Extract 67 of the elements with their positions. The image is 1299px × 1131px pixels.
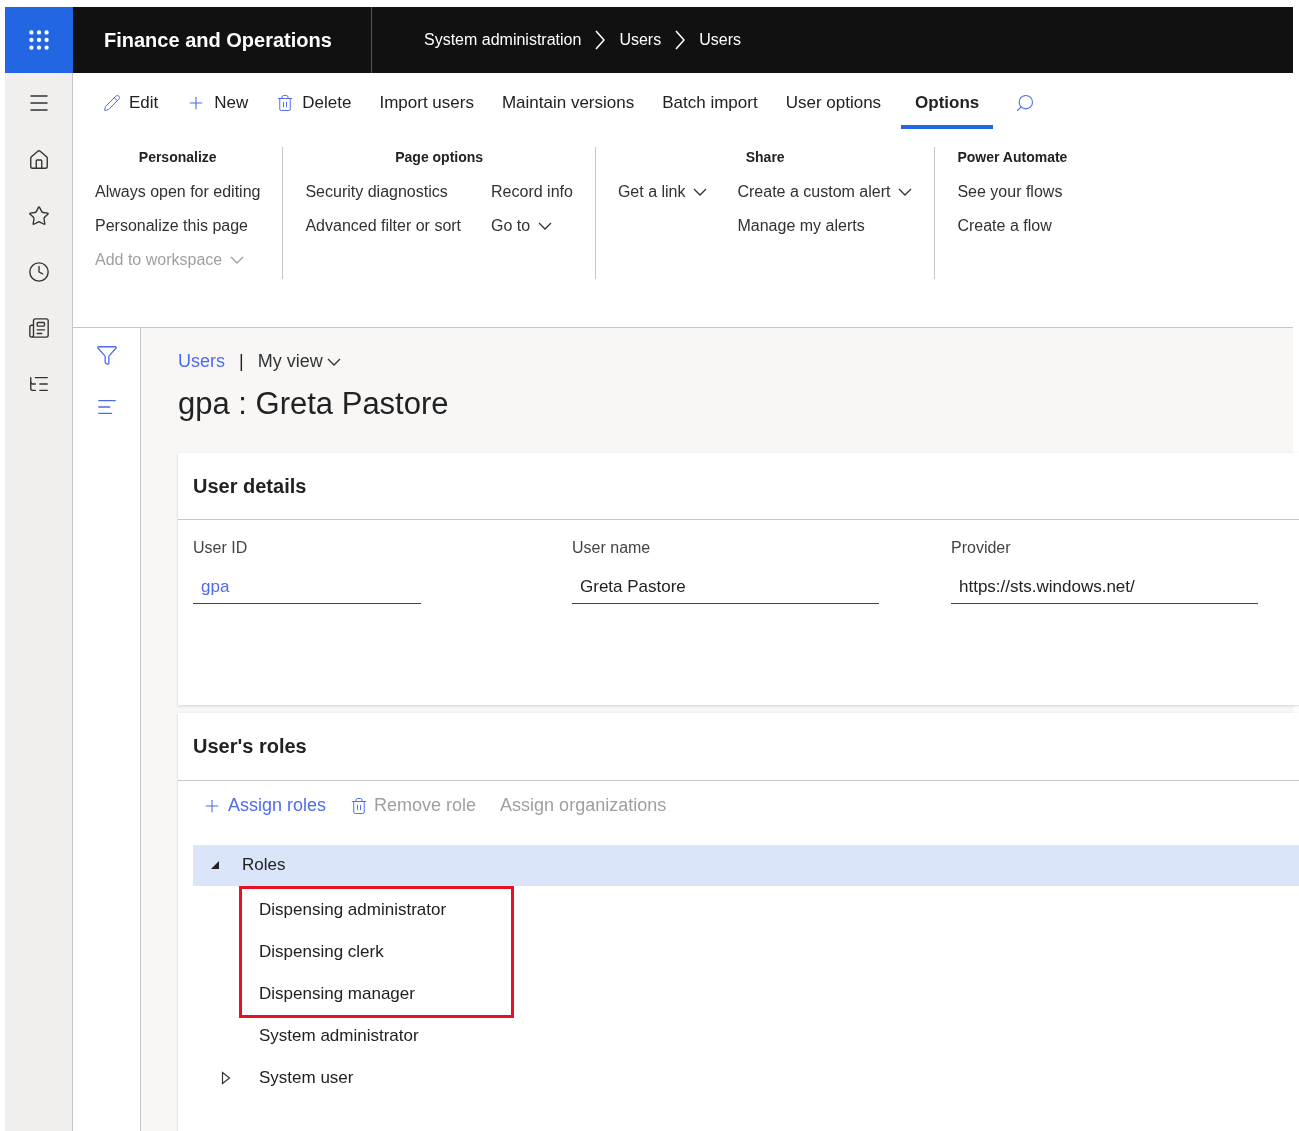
tree-item[interactable]: System user xyxy=(259,1064,354,1091)
section-title: User details xyxy=(193,473,307,499)
text-field[interactable]: gpa xyxy=(193,571,421,604)
action-button[interactable]: New xyxy=(172,77,263,129)
collapse-triangle-icon[interactable] xyxy=(210,860,220,870)
chevron-down-icon xyxy=(230,256,245,264)
users-link[interactable]: Users xyxy=(178,348,225,375)
tree-item[interactable]: Dispensing manager xyxy=(259,980,415,1007)
options-tab[interactable]: Options xyxy=(901,77,994,129)
ribbon-group-title: Personalize xyxy=(138,148,217,167)
page-title: gpa : Greta Pastore xyxy=(178,385,450,423)
field-label: User name xyxy=(572,537,652,558)
clock-icon[interactable] xyxy=(27,261,50,283)
ribbon-group-title: Page options xyxy=(395,148,484,167)
view-selector[interactable]: My view xyxy=(257,348,341,375)
ribbon-group-title: Share xyxy=(745,148,785,167)
chevron-right-icon xyxy=(595,30,606,50)
action-button[interactable]: Maintain versions xyxy=(487,77,649,129)
trash-icon xyxy=(350,796,369,815)
workspace-icon[interactable] xyxy=(27,317,50,339)
app-title: Finance and Operations xyxy=(104,28,332,53)
ribbon-item[interactable]: See your flows xyxy=(957,180,1063,204)
tree-row[interactable]: Roles xyxy=(193,844,1299,886)
breadcrumb-link[interactable]: Users xyxy=(619,28,662,52)
tree-item[interactable]: System administrator xyxy=(259,1022,419,1049)
trash-icon xyxy=(276,94,295,112)
action-button[interactable]: User options xyxy=(771,77,896,129)
ribbon-item[interactable]: Always open for editing xyxy=(95,180,261,204)
breadcrumb-link[interactable]: Users xyxy=(699,28,741,52)
text-field[interactable]: Greta Pastore xyxy=(572,571,879,604)
separator: | xyxy=(239,350,244,373)
breadcrumb-link[interactable]: System administration xyxy=(424,28,582,52)
section-title: User's roles xyxy=(193,734,307,759)
action-button[interactable]: Batch import xyxy=(648,77,772,129)
chevron-down-icon xyxy=(693,188,708,196)
ribbon-item[interactable]: Manage my alerts xyxy=(737,214,913,238)
ribbon-item[interactable]: Personalize this page xyxy=(95,214,261,238)
ribbon-item[interactable]: Create a flow xyxy=(957,214,1063,238)
app-launcher-button[interactable] xyxy=(5,7,73,73)
chevron-down-icon xyxy=(898,188,913,196)
ribbon-item[interactable]: Record info xyxy=(491,180,573,204)
waffle-icon xyxy=(26,27,52,53)
text-field[interactable]: https://sts.windows.net/ xyxy=(951,571,1258,604)
action-button[interactable]: Delete xyxy=(262,77,366,129)
tree-item[interactable]: Dispensing clerk xyxy=(259,938,384,965)
toolbar-button[interactable]: Assign roles xyxy=(202,792,327,819)
chevron-down-icon xyxy=(538,222,553,230)
action-button[interactable]: Import users xyxy=(365,77,488,129)
ribbon-item[interactable]: Create a custom alert xyxy=(737,180,913,204)
tree-item-label: Roles xyxy=(242,854,286,877)
ribbon-item[interactable]: Security diagnostics xyxy=(305,180,462,204)
tree-item[interactable]: Dispensing administrator xyxy=(259,896,447,923)
field-label: User ID xyxy=(193,537,249,558)
ribbon-item[interactable]: Get a link xyxy=(617,180,708,204)
action-button[interactable]: Edit xyxy=(89,77,173,129)
chevron-right-icon xyxy=(675,30,686,50)
home-icon[interactable] xyxy=(27,149,50,171)
ribbon-group-title: Power Automate xyxy=(957,148,1068,167)
field-label: Provider xyxy=(951,537,1012,558)
ribbon-item[interactable]: Advanced filter or sort xyxy=(305,214,462,238)
expand-triangle-icon[interactable] xyxy=(221,1070,231,1085)
search-icon[interactable] xyxy=(1015,93,1036,113)
filter-icon[interactable] xyxy=(95,344,118,366)
pencil-icon xyxy=(103,94,121,112)
chevron-down-icon xyxy=(326,357,341,366)
ribbon-item[interactable]: Go to xyxy=(491,214,573,238)
star-icon[interactable] xyxy=(27,205,50,227)
